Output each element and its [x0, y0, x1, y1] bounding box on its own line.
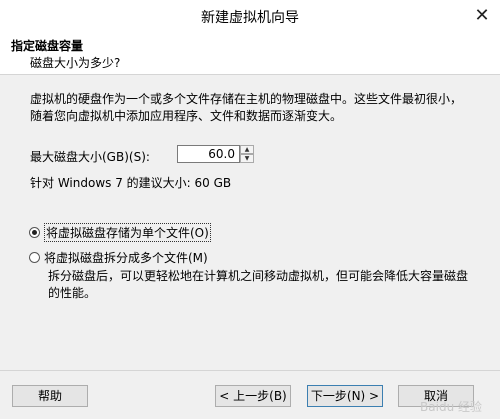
header-subtitle: 磁盘大小为多少? — [30, 56, 121, 70]
disk-size-spinner[interactable]: ▲ ▼ — [240, 145, 254, 163]
wizard-header: 指定磁盘容量 磁盘大小为多少? — [0, 31, 500, 75]
recommended-size: 针对 Windows 7 的建议大小: 60 GB — [30, 176, 232, 190]
spin-up-icon[interactable]: ▲ — [240, 145, 254, 154]
multi-file-option[interactable]: 将虚拟磁盘拆分成多个文件(M) — [29, 249, 208, 266]
back-button[interactable]: < 上一步(B) — [215, 385, 291, 407]
header-title: 指定磁盘容量 — [11, 39, 84, 53]
multi-file-label[interactable]: 将虚拟磁盘拆分成多个文件(M) — [44, 249, 208, 266]
footer-divider — [0, 370, 500, 371]
disk-description: 虚拟机的硬盘作为一个或多个文件存储在主机的物理磁盘中。这些文件最初很小，随着您向… — [30, 92, 463, 123]
multi-file-description: 拆分磁盘后，可以更轻松地在计算机之间移动虚拟机，但可能会降低大容量磁盘的性能。 — [48, 269, 469, 300]
window-title: 新建虚拟机向导 — [201, 10, 299, 26]
close-icon[interactable]: ✕ — [470, 6, 494, 26]
single-file-label[interactable]: 将虚拟磁盘存储为单个文件(O) — [44, 223, 211, 242]
radio-multi-icon[interactable] — [29, 252, 40, 263]
watermark: Baidu 经验 — [420, 400, 482, 414]
next-button[interactable]: 下一步(N) > — [307, 385, 383, 407]
radio-single-icon[interactable] — [29, 227, 40, 238]
single-file-option[interactable]: 将虚拟磁盘存储为单个文件(O) — [29, 223, 211, 242]
help-button[interactable]: 帮助 — [12, 385, 88, 407]
spin-down-icon[interactable]: ▼ — [240, 154, 254, 163]
disk-size-input[interactable]: 60.0 — [177, 145, 240, 163]
title-bar: 新建虚拟机向导 ✕ — [0, 0, 500, 32]
disk-size-label: 最大磁盘大小(GB)(S): — [30, 150, 150, 164]
